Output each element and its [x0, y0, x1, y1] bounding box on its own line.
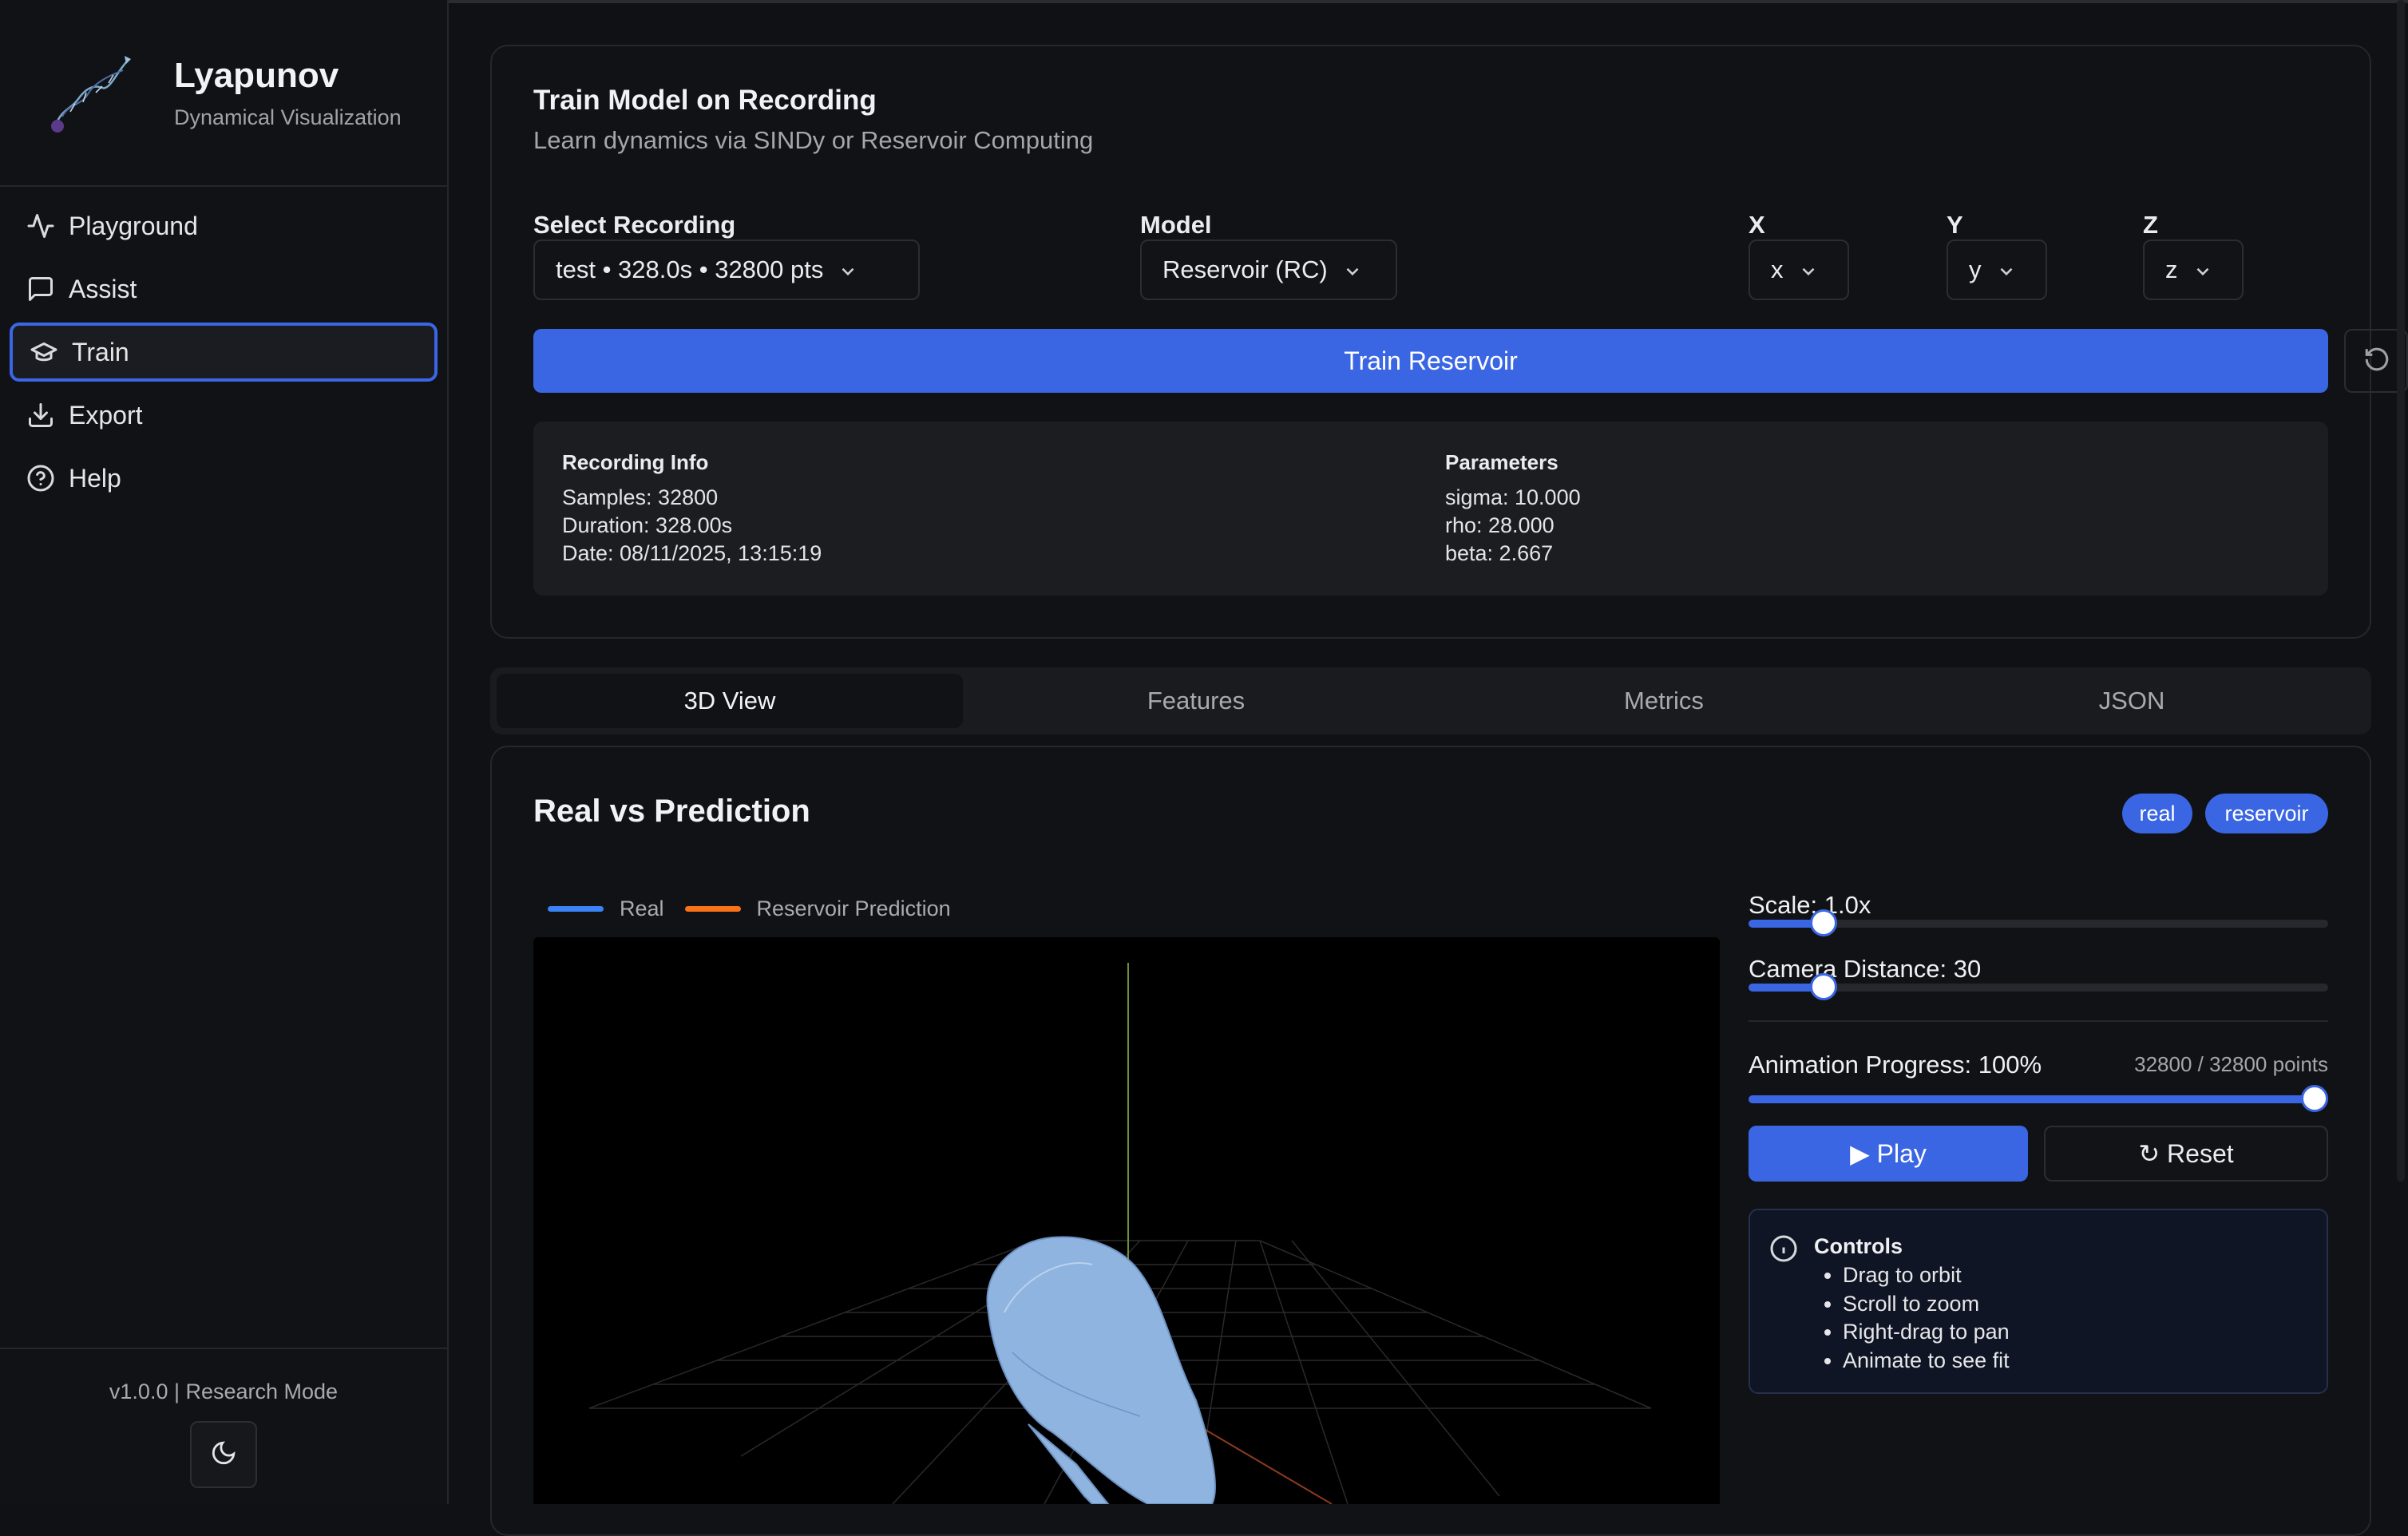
page-scrollbar[interactable]	[2397, 0, 2405, 1182]
3d-viewport[interactable]	[533, 937, 1720, 1504]
camera-distance-slider[interactable]	[1749, 973, 2328, 1000]
sidebar: Lyapunov Dynamical Visualization Playgro…	[0, 0, 449, 1504]
model-label: Model	[1140, 211, 1212, 239]
param-rho: rho: 28.000	[1445, 513, 1555, 537]
sidebar-item-assist[interactable]: Assist	[10, 259, 438, 319]
message-icon	[26, 274, 56, 304]
scale-label: Scale: 1.0x	[1749, 891, 1871, 919]
x-axis-select[interactable]: x	[1749, 240, 1849, 300]
tab-json[interactable]: JSON	[1899, 674, 2365, 728]
recording-samples: Samples: 32800	[562, 485, 719, 509]
sidebar-nav: Playground Assist Train Export Help	[10, 196, 438, 512]
tab-metrics[interactable]: Metrics	[1431, 674, 1897, 728]
train-title: Train Model on Recording	[533, 85, 877, 116]
help-circle-icon	[26, 463, 56, 493]
controls-divider	[1749, 1020, 2328, 1022]
x-axis-label: X	[1749, 211, 1765, 239]
legend-label-real: Real	[620, 896, 664, 920]
scale-slider[interactable]	[1749, 909, 2328, 936]
chevron-down-icon	[838, 259, 858, 280]
y-axis-label: Y	[1947, 211, 1963, 239]
chevron-down-icon	[1342, 259, 1363, 280]
theme-toggle-button[interactable]	[190, 1421, 257, 1488]
sidebar-footer: v1.0.0 | Research Mode	[0, 1348, 447, 1506]
sidebar-item-playground[interactable]: Playground	[10, 196, 438, 255]
sidebar-item-label: Train	[72, 337, 129, 366]
list-item: Scroll to zoom	[1843, 1290, 2010, 1319]
model-value: Reservoir (RC)	[1162, 255, 1328, 283]
sidebar-item-label: Help	[69, 463, 121, 493]
view-tabs: 3D View Features Metrics JSON	[490, 667, 2371, 734]
z-axis-select[interactable]: z	[2143, 240, 2244, 300]
y-axis-value: y	[1969, 255, 1982, 283]
recording-duration: Duration: 328.00s	[562, 513, 733, 537]
param-sigma: sigma: 10.000	[1445, 485, 1581, 509]
tab-features[interactable]: Features	[963, 674, 1429, 728]
badge-real: real	[2122, 794, 2192, 833]
rotate-ccw-icon	[2363, 346, 2390, 377]
recording-info-title: Recording Info	[562, 450, 709, 474]
animation-progress-label: Animation Progress: 100%	[1749, 1051, 2042, 1079]
progress-slider-fill	[1749, 1095, 2328, 1103]
graduation-cap-icon	[29, 337, 59, 367]
sidebar-item-label: Assist	[69, 274, 137, 303]
version-text: v1.0.0 | Research Mode	[109, 1380, 339, 1403]
list-item: Right-drag to pan	[1843, 1318, 2010, 1347]
recording-value: test • 328.0s • 32800 pts	[556, 255, 824, 283]
animation-progress-slider[interactable]	[1749, 1085, 2328, 1112]
camera-distance-label: Camera Distance: 30	[1749, 955, 1982, 983]
play-button[interactable]: ▶ Play	[1749, 1126, 2028, 1182]
z-axis-label: Z	[2143, 211, 2158, 239]
param-beta: beta: 2.667	[1445, 541, 1554, 565]
sidebar-item-label: Export	[69, 400, 143, 430]
list-item: Animate to see fit	[1843, 1347, 2010, 1376]
z-axis-value: z	[2165, 255, 2178, 283]
reset-button[interactable]: ↻ Reset	[2044, 1126, 2328, 1182]
app-title: Lyapunov	[174, 56, 339, 95]
legend-swatch-real	[548, 905, 604, 912]
sidebar-item-label: Playground	[69, 211, 198, 240]
points-count: 32800 / 32800 points	[2134, 1052, 2328, 1076]
sidebar-item-train[interactable]: Train	[10, 323, 438, 382]
tab-3d-view[interactable]: 3D View	[497, 674, 963, 728]
info-icon	[1769, 1234, 1798, 1263]
train-subtitle: Learn dynamics via SINDy or Reservoir Co…	[533, 126, 1094, 154]
chevron-down-icon	[1996, 259, 2017, 280]
logo-icon	[46, 53, 136, 136]
moon-icon	[210, 1439, 237, 1471]
y-axis-select[interactable]: y	[1947, 240, 2047, 300]
controls-help-title: Controls	[1814, 1234, 1903, 1258]
viz-title: Real vs Prediction	[533, 794, 810, 829]
progress-slider-knob[interactable]	[2301, 1085, 2328, 1112]
controls-help-list: Drag to orbit Scroll to zoom Right-drag …	[1814, 1261, 2010, 1375]
model-select[interactable]: Reservoir (RC)	[1140, 240, 1397, 300]
chevron-down-icon	[2192, 259, 2213, 280]
recording-info-panel	[533, 422, 2328, 596]
download-icon	[26, 400, 56, 430]
train-reservoir-button[interactable]: Train Reservoir	[533, 329, 2328, 393]
controls-help-panel: Controls Drag to orbit Scroll to zoom Ri…	[1749, 1209, 2328, 1394]
activity-icon	[26, 211, 56, 241]
legend-label-prediction: Reservoir Prediction	[756, 896, 951, 920]
recording-label: Select Recording	[533, 211, 736, 239]
list-item: Drag to orbit	[1843, 1261, 2010, 1290]
recording-date: Date: 08/11/2025, 13:15:19	[562, 541, 822, 565]
sidebar-item-help[interactable]: Help	[10, 449, 438, 508]
attractor-trajectory	[986, 1236, 1216, 1504]
recording-select[interactable]: test • 328.0s • 32800 pts	[533, 240, 920, 300]
chart-legend: Real Reservoir Prediction	[548, 894, 951, 923]
badge-reservoir: reservoir	[2205, 794, 2328, 833]
chevron-down-icon	[1798, 259, 1819, 280]
legend-swatch-prediction	[684, 905, 741, 912]
sidebar-item-export[interactable]: Export	[10, 386, 438, 445]
x-axis-value: x	[1771, 255, 1784, 283]
brand-header: Lyapunov Dynamical Visualization	[0, 0, 447, 187]
app-subtitle: Dynamical Visualization	[174, 105, 402, 129]
parameters-title: Parameters	[1445, 450, 1558, 474]
